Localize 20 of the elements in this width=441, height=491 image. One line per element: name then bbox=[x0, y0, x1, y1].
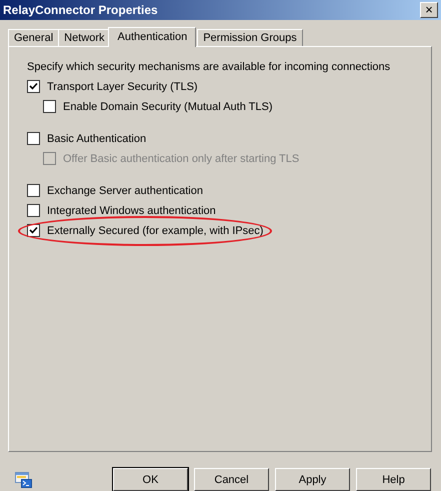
checkbox-option[interactable]: Transport Layer Security (TLS) bbox=[27, 76, 198, 97]
dialog-button[interactable]: Cancel bbox=[194, 468, 269, 491]
dialog-button[interactable]: Help bbox=[356, 468, 431, 491]
window-title: RelayConnector Properties bbox=[3, 2, 158, 17]
checkmark-icon bbox=[29, 82, 38, 92]
tab[interactable]: Authentication bbox=[108, 26, 196, 47]
console-icon bbox=[15, 471, 32, 488]
tab[interactable]: Network bbox=[58, 28, 110, 46]
close-button[interactable]: × bbox=[420, 2, 438, 18]
checkbox-option[interactable]: Externally Secured (for example, with IPsec) bbox=[27, 220, 264, 241]
checkbox-option[interactable]: Basic Authentication bbox=[27, 128, 146, 149]
dialog-button[interactable]: OK bbox=[113, 468, 188, 491]
dialog-button[interactable]: Apply bbox=[275, 468, 350, 491]
tab[interactable]: General bbox=[8, 28, 60, 46]
checkmark-icon bbox=[29, 226, 38, 236]
checkbox-option[interactable]: Enable Domain Security (Mutual Auth TLS) bbox=[43, 96, 273, 117]
checkbox-option[interactable]: Integrated Windows authentication bbox=[27, 200, 216, 221]
checkbox-option[interactable]: Exchange Server authentication bbox=[27, 180, 203, 201]
description-text: Specify which security mechanisms are available for incoming connections bbox=[27, 60, 392, 73]
tab[interactable]: Permission Groups bbox=[197, 28, 303, 46]
